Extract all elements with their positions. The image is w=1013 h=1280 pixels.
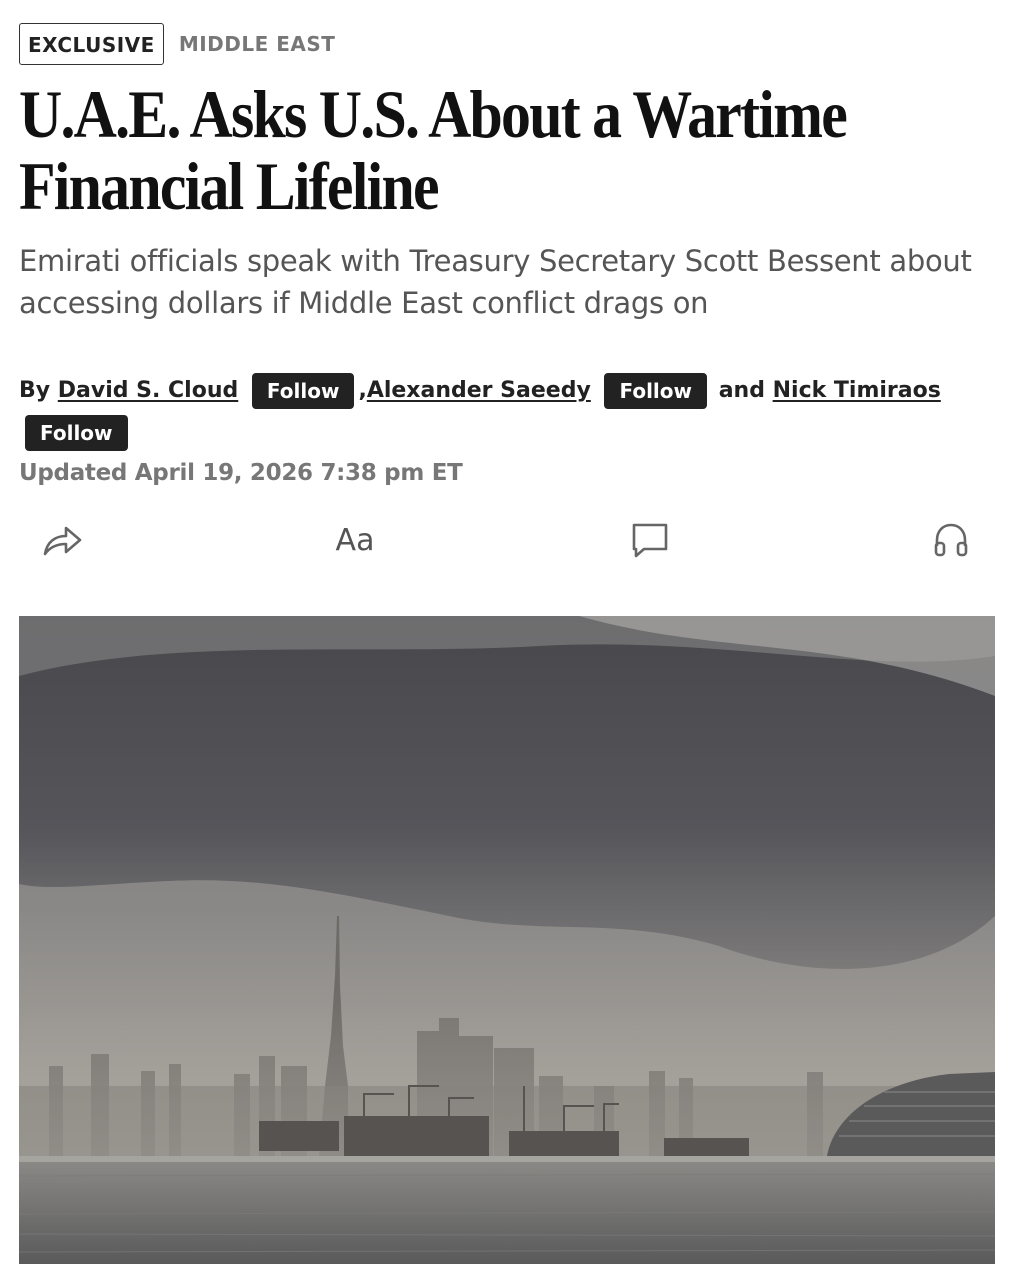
author-link-nick-timiraos[interactable]: Nick Timiraos [773, 378, 941, 403]
listen-button[interactable] [926, 515, 976, 565]
follow-button-alexander-saeedy[interactable]: Follow [604, 373, 708, 409]
article-tags: EXCLUSIVE MIDDLE EAST [19, 23, 335, 65]
exclusive-tag: EXCLUSIVE [19, 23, 164, 65]
author-link-alexander-saeedy[interactable]: Alexander Saeedy [367, 378, 591, 403]
dek-subtitle: Emirati officials speak with Treasury Se… [19, 244, 972, 320]
comments-button[interactable] [625, 515, 675, 565]
follow-button-david-cloud[interactable]: Follow [251, 373, 355, 409]
byline-separator: , [358, 378, 367, 403]
byline-conjunction: and [718, 378, 765, 403]
headphones-icon [934, 523, 968, 557]
updated-timestamp: Updated April 19, 2026 7:38 pm ET [19, 460, 463, 486]
comment-icon [632, 523, 668, 558]
article-toolbar: Aa [0, 515, 1013, 567]
headline: U.A.E. Asks U.S. About a Wartime Financi… [19, 76, 848, 224]
follow-button-nick-timiraos[interactable]: Follow [25, 415, 128, 451]
text-size-label: Aa [335, 522, 375, 558]
dubai-skyline-photo [19, 616, 995, 1264]
share-arrow-icon [43, 526, 82, 556]
byline-prefix: By [19, 378, 51, 403]
hero-image [19, 616, 995, 1264]
author-link-david-cloud[interactable]: David S. Cloud [58, 378, 238, 403]
section-link[interactable]: MIDDLE EAST [179, 32, 336, 56]
byline: By David S. Cloud Follow ,Alexander Saeed… [19, 370, 994, 454]
text-size-button[interactable]: Aa [330, 515, 380, 565]
share-button[interactable] [37, 515, 87, 565]
